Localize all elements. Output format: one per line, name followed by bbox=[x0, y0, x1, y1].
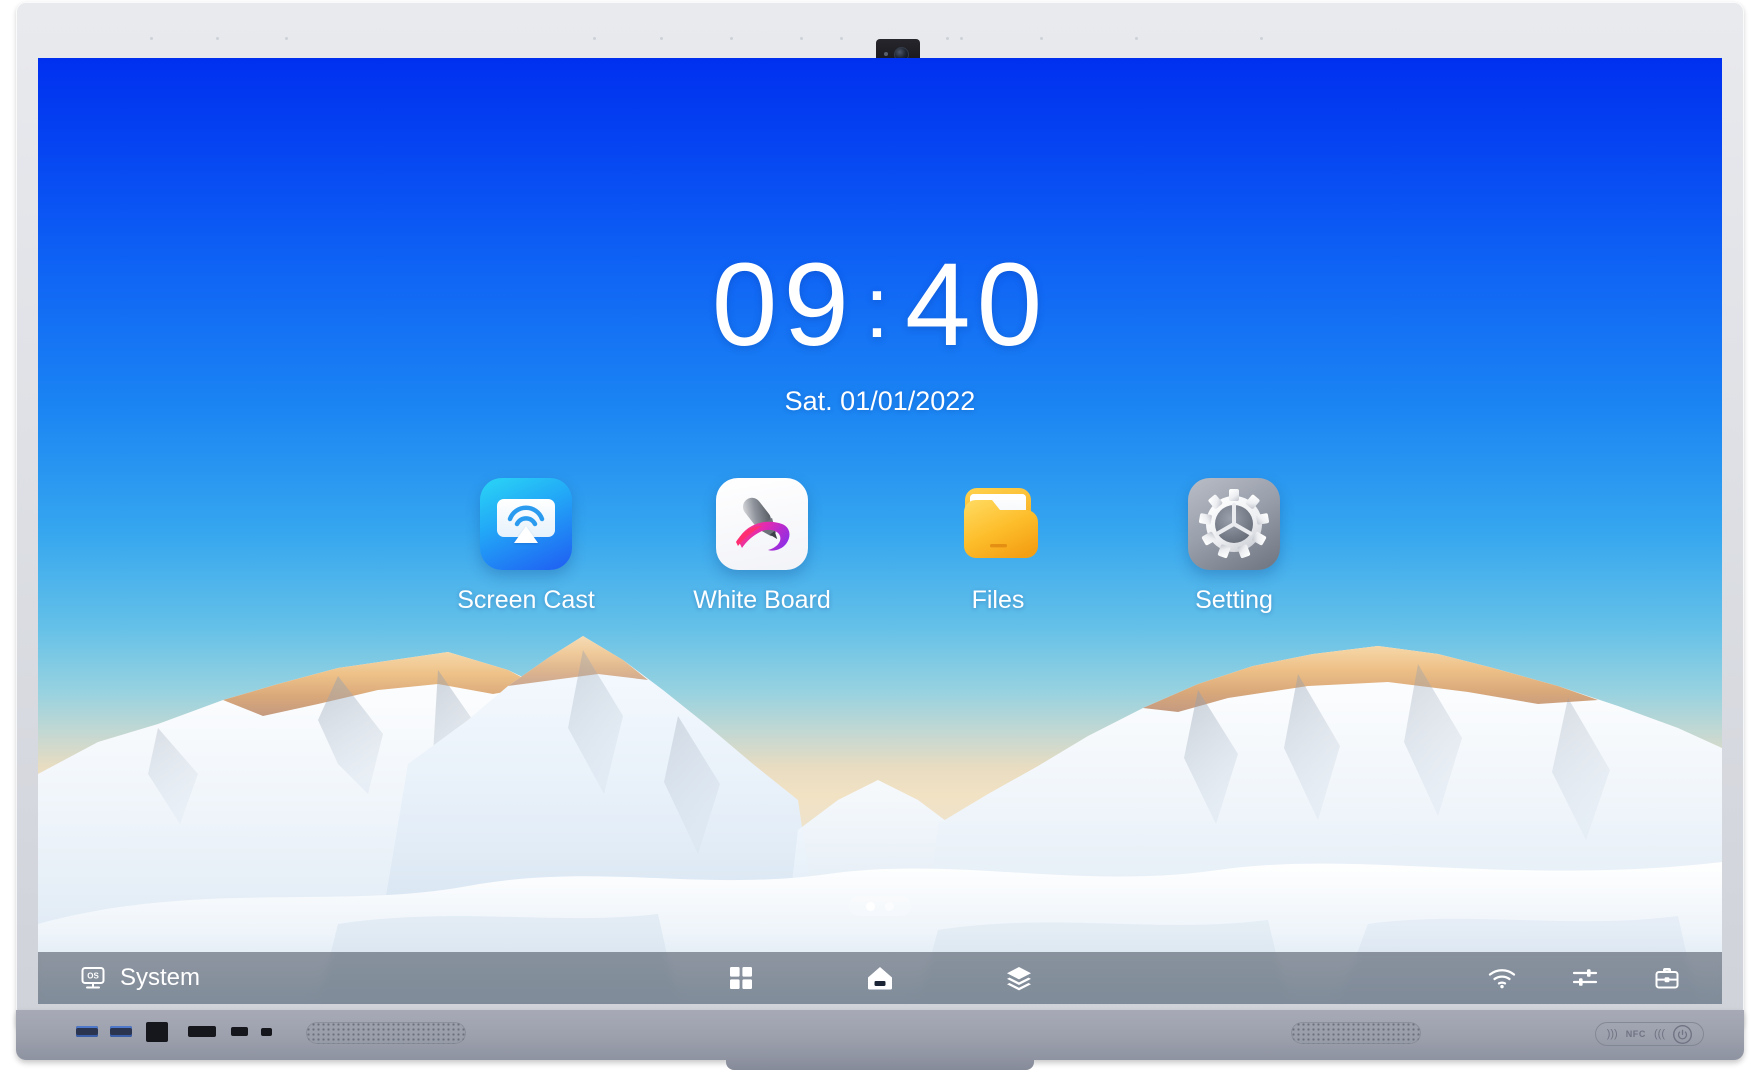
page-dot[interactable] bbox=[885, 901, 894, 911]
top-bezel-strip bbox=[30, 22, 1730, 69]
nfc-power-group: ))) NFC ((( bbox=[1595, 1022, 1704, 1046]
mic-dot bbox=[840, 37, 843, 40]
mic-dot bbox=[800, 37, 803, 40]
taskbar: OS System bbox=[38, 952, 1722, 1004]
chin-notch bbox=[726, 1058, 1034, 1070]
nfc-wave-icon: ))) bbox=[1606, 1028, 1618, 1040]
nfc-wave-icon: ((( bbox=[1654, 1028, 1665, 1040]
gear-glyph bbox=[1198, 489, 1270, 559]
apps-grid-icon[interactable] bbox=[728, 965, 754, 991]
taskbar-left-group[interactable]: OS System bbox=[38, 964, 200, 992]
mic-dot bbox=[1040, 37, 1043, 40]
camera-led bbox=[884, 52, 888, 56]
toolbox-icon[interactable] bbox=[1654, 965, 1680, 991]
white-board-icon[interactable] bbox=[716, 478, 808, 570]
page-dot-active[interactable] bbox=[866, 901, 875, 911]
nfc-label: NFC bbox=[1625, 1029, 1646, 1039]
mic-dot bbox=[1135, 37, 1138, 40]
interactive-display-device: 09:40 Sat. 01/01/2022 Screen Cast White… bbox=[0, 0, 1760, 1088]
app-setting[interactable]: Setting bbox=[1159, 478, 1309, 615]
mic-dot bbox=[1260, 37, 1263, 40]
usb-c-port bbox=[231, 1027, 248, 1036]
mic-dot bbox=[593, 37, 596, 40]
speaker-grille-right bbox=[1291, 1022, 1421, 1044]
page-indicator[interactable] bbox=[849, 896, 911, 916]
svg-text:OS: OS bbox=[87, 972, 99, 981]
hdmi-port bbox=[188, 1026, 216, 1037]
usb-port bbox=[110, 1026, 132, 1037]
app-white-board[interactable]: White Board bbox=[687, 478, 837, 615]
layers-icon[interactable] bbox=[1006, 965, 1032, 991]
screen-display-area: 09:40 Sat. 01/01/2022 Screen Cast White… bbox=[38, 58, 1722, 1004]
power-button-icon[interactable] bbox=[1673, 1025, 1692, 1044]
aux-port bbox=[261, 1028, 272, 1036]
app-screen-cast[interactable]: Screen Cast bbox=[451, 478, 601, 615]
usb-port bbox=[76, 1026, 98, 1037]
app-shortcut-row: Screen Cast White Board Files Setting bbox=[38, 478, 1722, 615]
app-files[interactable]: Files bbox=[923, 478, 1073, 615]
mic-dot bbox=[946, 37, 949, 40]
screen-cast-icon[interactable] bbox=[480, 478, 572, 570]
app-label: Files bbox=[971, 586, 1025, 614]
mic-dot bbox=[216, 37, 219, 40]
speaker-grille-left bbox=[306, 1022, 466, 1044]
taskbar-right-group bbox=[1488, 965, 1680, 991]
whiteboard-pen-glyph bbox=[736, 497, 790, 551]
rj45-port bbox=[146, 1022, 168, 1042]
os-monitor-icon[interactable]: OS bbox=[80, 965, 106, 991]
app-label: White Board bbox=[693, 586, 831, 614]
bottom-bezel-chin: ))) NFC ((( bbox=[16, 1010, 1744, 1060]
mic-dot bbox=[285, 37, 288, 40]
app-label: Setting bbox=[1195, 586, 1273, 614]
sliders-icon[interactable] bbox=[1572, 965, 1598, 991]
wifi-icon[interactable] bbox=[1488, 967, 1516, 989]
cast-wifi-arcs bbox=[507, 505, 545, 527]
home-icon[interactable] bbox=[866, 965, 894, 991]
mic-dot bbox=[730, 37, 733, 40]
files-folder-icon[interactable] bbox=[952, 478, 1044, 570]
mic-dot bbox=[660, 37, 663, 40]
taskbar-os-label: System bbox=[120, 964, 201, 991]
settings-gear-icon[interactable] bbox=[1188, 478, 1280, 570]
app-label: Screen Cast bbox=[457, 586, 595, 614]
taskbar-center-group bbox=[728, 965, 1032, 991]
mic-dot bbox=[150, 37, 153, 40]
mic-dot bbox=[960, 37, 963, 40]
folder-glyph bbox=[964, 488, 1038, 558]
wallpaper-mountains bbox=[38, 636, 1722, 1004]
